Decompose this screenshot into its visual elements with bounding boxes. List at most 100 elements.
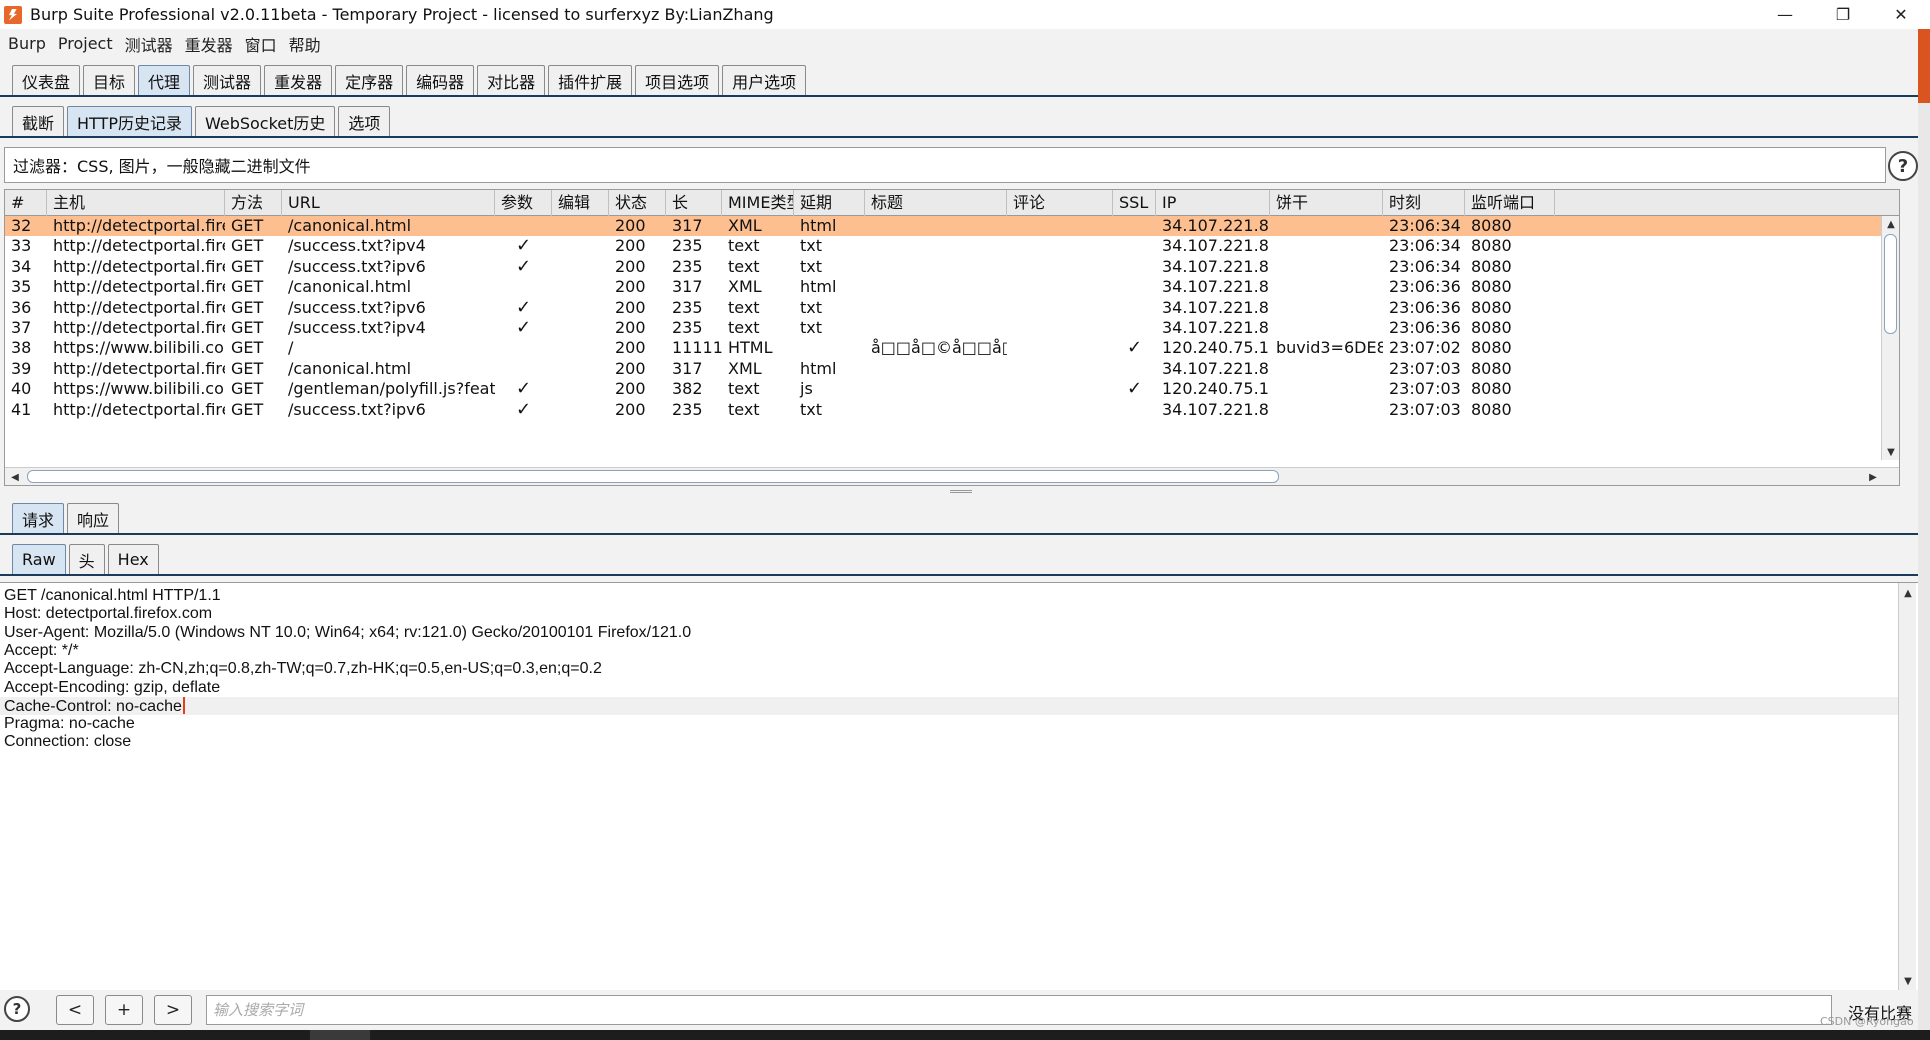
column-header-port[interactable]: 监听端口	[1465, 190, 1555, 216]
scroll-left-icon[interactable]: ◀	[7, 469, 23, 485]
filter-bar[interactable]: 过滤器：CSS, 图片，一般隐藏二进制文件	[4, 147, 1886, 183]
scroll-right-icon[interactable]: ▶	[1865, 469, 1881, 485]
search-next-button[interactable]: >	[154, 995, 192, 1025]
menu-help[interactable]: 帮助	[289, 32, 321, 56]
cell-comment	[1007, 400, 1113, 420]
main-tab-8[interactable]: 插件扩展	[548, 65, 633, 95]
search-prev-button[interactable]: <	[56, 995, 94, 1025]
main-tab-9[interactable]: 项目选项	[635, 65, 720, 95]
table-vertical-scrollbar[interactable]: ▲ ▼	[1881, 216, 1899, 460]
cell-method: GET	[231, 256, 264, 276]
column-header-num[interactable]: #	[5, 190, 47, 216]
restore-button[interactable]: ❐	[1814, 0, 1872, 29]
cell-ip: 34.107.221.82	[1162, 277, 1270, 297]
cell-title	[865, 359, 1007, 379]
menu-intruder[interactable]: 测试器	[125, 32, 173, 56]
column-header-host[interactable]: 主机	[47, 190, 225, 216]
view-tab-1[interactable]: 头	[68, 544, 105, 574]
table-row[interactable]: 40 https://www.bilibili.com GET/gentleman/…	[5, 379, 1899, 399]
column-header-extension[interactable]: 延期	[794, 190, 865, 216]
main-tab-0[interactable]: 仪表盘	[12, 65, 81, 95]
message-tab-1[interactable]: 响应	[67, 503, 120, 533]
request-line-text: Accept: */*	[4, 641, 79, 659]
message-tab-0[interactable]: 请求	[12, 503, 65, 533]
search-input[interactable]	[206, 995, 1832, 1025]
column-header-edited[interactable]: 编辑	[552, 190, 609, 216]
menu-burp[interactable]: Burp	[8, 34, 46, 53]
cell-mime: text	[728, 318, 760, 337]
cell-params	[495, 359, 552, 379]
request-line-text: Accept-Language: zh-CN,zh;q=0.8,zh-TW;q=…	[4, 660, 602, 678]
cell-edited	[552, 298, 609, 318]
cell-length: 235	[672, 399, 703, 419]
menu-project[interactable]: Project	[58, 34, 113, 53]
close-button[interactable]: ✕	[1872, 0, 1930, 29]
main-tab-4[interactable]: 重发器	[264, 65, 333, 95]
menu-window[interactable]: 窗口	[245, 32, 277, 56]
column-header-length[interactable]: 长	[666, 190, 722, 216]
view-tab-0[interactable]: Raw	[12, 544, 66, 574]
editor-vertical-scrollbar[interactable]: ▲ ▼	[1898, 583, 1916, 991]
scroll-up-icon[interactable]: ▲	[1883, 216, 1899, 232]
column-header-method[interactable]: 方法	[225, 190, 282, 216]
view-tab-2[interactable]: Hex	[107, 544, 159, 574]
cell-length: 235	[672, 236, 703, 256]
cell-method: GET	[231, 379, 264, 399]
cell-ssl	[1113, 216, 1156, 236]
column-header-time[interactable]: 时刻	[1383, 190, 1465, 216]
table-row[interactable]: 39 http://detectportal.firefox.c... GET/ca…	[5, 359, 1899, 379]
column-header-ip[interactable]: IP	[1156, 190, 1270, 216]
cell-host: http://detectportal.firefox.c...	[53, 318, 225, 337]
request-editor[interactable]: ▲ ▼ GET /canonical.html HTTP/1.1 Host: de…	[0, 582, 1918, 991]
scroll-down-icon[interactable]: ▼	[1883, 444, 1899, 460]
table-row[interactable]: 35 http://detectportal.firefox.c... GET/ca…	[5, 277, 1899, 297]
text-cursor	[182, 696, 185, 714]
main-tab-5[interactable]: 定序器	[335, 65, 404, 95]
cell-comment	[1007, 379, 1113, 399]
main-tab-3[interactable]: 测试器	[193, 65, 262, 95]
main-tab-7[interactable]: 对比器	[477, 65, 546, 95]
cell-title	[865, 257, 1007, 277]
cell-length: 235	[672, 318, 703, 337]
help-icon[interactable]: ?	[1888, 151, 1918, 181]
cell-params: ✓	[515, 236, 532, 257]
main-tab-2[interactable]: 代理	[138, 65, 191, 95]
search-add-button[interactable]: +	[105, 995, 143, 1025]
scroll-thumb[interactable]	[1884, 234, 1897, 334]
proxy-tab-2[interactable]: WebSocket历史	[194, 106, 336, 136]
table-horizontal-scrollbar[interactable]: ◀ ▶	[5, 467, 1899, 485]
main-tab-10[interactable]: 用户选项	[722, 65, 807, 95]
column-header-comment[interactable]: 评论	[1007, 190, 1113, 216]
column-header-status[interactable]: 状态	[609, 190, 666, 216]
column-header-mime[interactable]: MIME类型	[722, 190, 794, 216]
taskbar-item[interactable]	[310, 1030, 370, 1040]
main-tab-1[interactable]: 目标	[83, 65, 136, 95]
column-header-cookies[interactable]: 饼干	[1270, 190, 1383, 216]
hscroll-thumb[interactable]	[27, 470, 1279, 483]
proxy-tab-0[interactable]: 截断	[12, 106, 65, 136]
table-row[interactable]: 33 http://detectportal.firefox.c... GET/su…	[5, 236, 1899, 257]
column-header-params[interactable]: 参数	[495, 190, 552, 216]
search-help-icon[interactable]: ?	[4, 996, 30, 1022]
cell-edited	[552, 338, 609, 358]
main-tab-6[interactable]: 编码器	[406, 65, 475, 95]
table-row[interactable]: 37 http://detectportal.firefox.c... GET/su…	[5, 318, 1899, 338]
menu-repeater[interactable]: 重发器	[185, 32, 233, 56]
request-line-text: Cache-Control: no-cache	[4, 697, 182, 715]
proxy-tab-1[interactable]: HTTP历史记录	[67, 106, 192, 136]
column-header-url[interactable]: URL	[282, 190, 495, 216]
table-row[interactable]: 41 http://detectportal.firefox.c... GET/su…	[5, 399, 1899, 420]
table-row[interactable]: 32 http://detectportal.firefox.c... GET/ca…	[5, 216, 1899, 237]
table-row[interactable]: 34 http://detectportal.firefox.c... GET/su…	[5, 256, 1899, 277]
splitter-grip[interactable]	[950, 490, 972, 493]
editor-scroll-up-icon[interactable]: ▲	[1900, 585, 1916, 601]
column-header-title[interactable]: 标题	[865, 190, 1007, 216]
window-title: Burp Suite Professional v2.0.11beta - Te…	[30, 5, 774, 24]
proxy-tab-3[interactable]: 选项	[338, 106, 391, 136]
column-header-ssl[interactable]: SSL	[1113, 190, 1156, 216]
table-row[interactable]: 36 http://detectportal.firefox.c... GET/su…	[5, 298, 1899, 318]
table-row[interactable]: 38 https://www.bilibili.com GET / 200 111114 H…	[5, 338, 1899, 358]
minimize-button[interactable]: —	[1756, 0, 1814, 29]
editor-scroll-down-icon[interactable]: ▼	[1900, 973, 1916, 989]
pane-splitter[interactable]	[0, 486, 1918, 498]
